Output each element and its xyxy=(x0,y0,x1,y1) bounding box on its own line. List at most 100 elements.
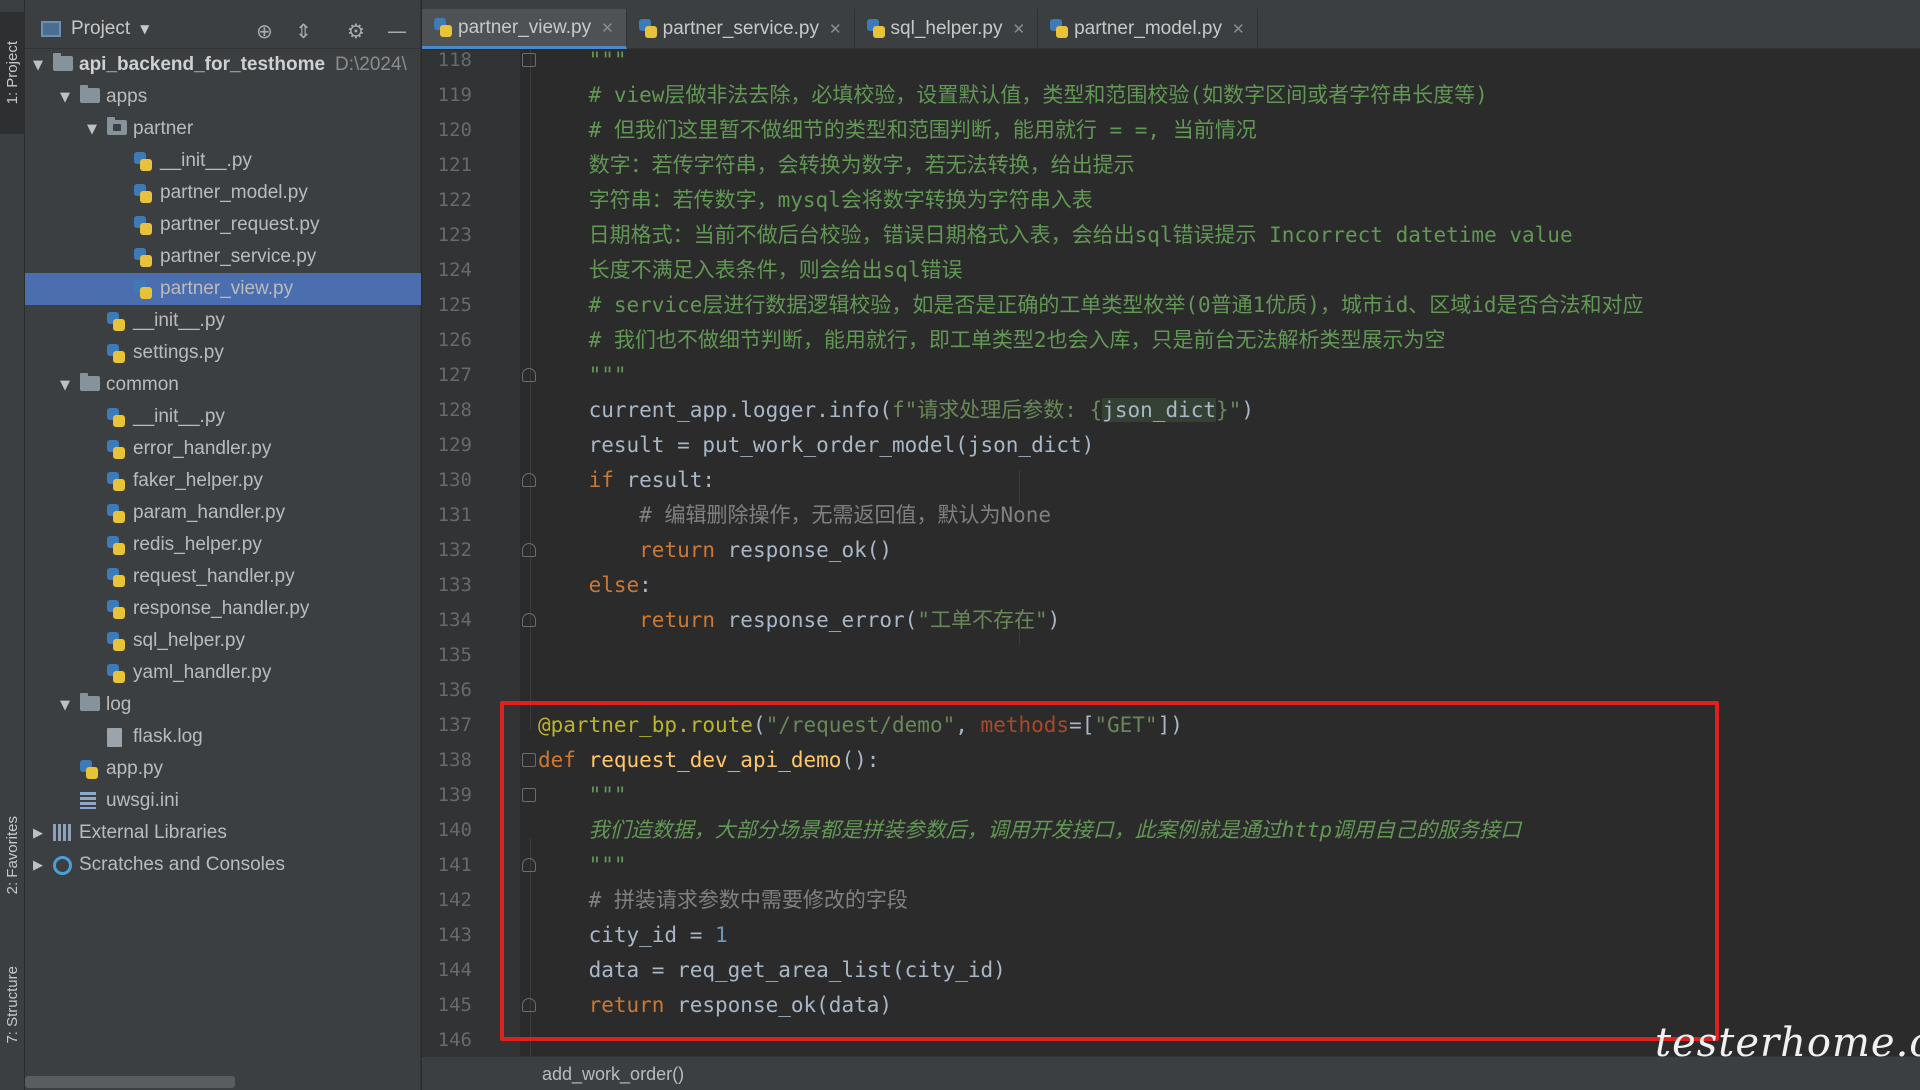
close-icon[interactable]: ✕ xyxy=(829,20,842,38)
fold-marker-icon[interactable] xyxy=(522,368,536,382)
code-token: methods xyxy=(980,713,1070,737)
fold-marker-icon[interactable] xyxy=(522,753,536,767)
expand-arrow-icon[interactable]: ▼ xyxy=(58,90,72,105)
tree-item[interactable]: settings.py xyxy=(25,337,421,369)
code-line[interactable]: 125 # service层进行数据逻辑校验，如是否是正确的工单类型枚举(0普通… xyxy=(422,288,1920,323)
gear-icon[interactable]: ⚙ xyxy=(347,19,365,43)
code-token: response_error( xyxy=(715,608,918,632)
fold-marker-icon[interactable] xyxy=(522,53,536,67)
code-line[interactable]: 120 # 但我们这里暂不做细节的类型和范围判断，能用就行 = =, 当前情况 xyxy=(422,113,1920,148)
code-text: """ xyxy=(538,358,627,393)
code-line[interactable]: 134 return response_error("工单不存在") xyxy=(422,603,1920,638)
editor-tab[interactable]: sql_helper.py ✕ xyxy=(855,9,1039,49)
code-line[interactable]: 135 xyxy=(422,638,1920,673)
close-icon[interactable]: ✕ xyxy=(1013,20,1026,38)
editor-tab[interactable]: partner_service.py ✕ xyxy=(627,9,855,49)
code-line[interactable]: 142 # 拼装请求参数中需要修改的字段 xyxy=(422,883,1920,918)
fold-marker-icon[interactable] xyxy=(522,543,536,557)
tree-item[interactable]: app.py xyxy=(25,753,421,785)
close-icon[interactable]: ✕ xyxy=(1232,20,1245,38)
code-line[interactable]: 124 长度不满足入表条件，则会给出sql错误 xyxy=(422,253,1920,288)
tree-item[interactable]: partner_view.py xyxy=(25,273,421,305)
collapse-arrow-icon[interactable]: ▶ xyxy=(31,826,45,841)
favorites-tool-tab[interactable]: 2: Favorites xyxy=(0,790,25,920)
code-line[interactable]: 141 """ xyxy=(422,848,1920,883)
fold-marker-icon[interactable] xyxy=(522,473,536,487)
tree-item[interactable]: ▶ External Libraries xyxy=(25,817,421,849)
code-editor[interactable]: 118 """ 119 # view层做非法去除，必填校验，设置默认值，类型和范围… xyxy=(422,50,1920,1056)
code-line[interactable]: 139 """ xyxy=(422,778,1920,813)
code-line[interactable]: 123 日期格式：当前不做后台校验，错误日期格式入表，会给出sql错误提示 In… xyxy=(422,218,1920,253)
tree-item[interactable]: __init__.py xyxy=(25,305,421,337)
tree-item[interactable]: ▼ apps xyxy=(25,81,421,113)
code-line[interactable]: 133 else: xyxy=(422,568,1920,603)
breadcrumb-function[interactable]: add_work_order() xyxy=(542,1064,684,1085)
code-line[interactable]: 143 city_id = 1 xyxy=(422,918,1920,953)
tree-item[interactable]: ▼ partner xyxy=(25,113,421,145)
tree-item[interactable]: partner_request.py xyxy=(25,209,421,241)
expand-arrow-icon[interactable]: ▼ xyxy=(85,122,99,137)
code-line[interactable]: 127 """ xyxy=(422,358,1920,393)
tree-item[interactable]: __init__.py xyxy=(25,145,421,177)
code-line[interactable]: 122 字符串：若传数字，mysql会将数字转换为字符串入表 xyxy=(422,183,1920,218)
code-line[interactable]: 130 if result: xyxy=(422,463,1920,498)
tree-item[interactable]: uwsgi.ini xyxy=(25,785,421,817)
tree-item[interactable]: error_handler.py xyxy=(25,433,421,465)
code-line[interactable]: 118 """ xyxy=(422,50,1920,78)
horizontal-scrollbar[interactable] xyxy=(25,1076,235,1088)
tree-item[interactable]: ▼ api_backend_for_testhome D:\2024\ xyxy=(25,49,421,81)
tree-item-label: api_backend_for_testhome xyxy=(79,54,326,75)
code-line[interactable]: 136 xyxy=(422,673,1920,708)
tree-item[interactable]: yaml_handler.py xyxy=(25,657,421,689)
code-line[interactable]: 126 # 我们也不做细节判断，能用就行，即工单类型2也会入库，只是前台无法解析… xyxy=(422,323,1920,358)
tree-item[interactable]: partner_model.py xyxy=(25,177,421,209)
collapse-arrow-icon[interactable]: ▶ xyxy=(31,858,45,873)
code-line[interactable]: 140 我们造数据，大部分场景都是拼装参数后，调用开发接口，此案例就是通过htt… xyxy=(422,813,1920,848)
code-line[interactable]: 145 return response_ok(data) xyxy=(422,988,1920,1023)
code-token: ]) xyxy=(1157,713,1183,737)
fold-marker-icon[interactable] xyxy=(522,858,536,872)
tree-item[interactable]: __init__.py xyxy=(25,401,421,433)
code-line[interactable]: 144 data = req_get_area_list(city_id) xyxy=(422,953,1920,988)
code-line[interactable]: 128 current_app.logger.info(f"请求处理后参数: {… xyxy=(422,393,1920,428)
code-line[interactable]: 138 def request_dev_api_demo(): xyxy=(422,743,1920,778)
tree-item[interactable]: flask.log xyxy=(25,721,421,753)
chevron-down-icon[interactable]: ▼ xyxy=(140,22,149,36)
editor-tab[interactable]: partner_model.py ✕ xyxy=(1038,9,1258,49)
tree-item[interactable]: param_handler.py xyxy=(25,497,421,529)
code-line[interactable]: 121 数字：若传字符串，会转换为数字，若无法转换，给出提示 xyxy=(422,148,1920,183)
code-line[interactable]: 137 @partner_bp.route("/request/demo", me… xyxy=(422,708,1920,743)
code-line[interactable]: 132 return response_ok() xyxy=(422,533,1920,568)
tree-item[interactable]: request_handler.py xyxy=(25,561,421,593)
expand-arrow-icon[interactable]: ▼ xyxy=(58,698,72,713)
tree-item[interactable]: faker_helper.py xyxy=(25,465,421,497)
target-icon[interactable]: ⊕ xyxy=(256,19,273,43)
tree-item[interactable]: sql_helper.py xyxy=(25,625,421,657)
tree-item[interactable]: redis_helper.py xyxy=(25,529,421,561)
code-token: }" xyxy=(1216,398,1242,422)
tree-item[interactable]: ▶ Scratches and Consoles xyxy=(25,849,421,881)
collapse-icon[interactable]: ⇕ xyxy=(295,19,312,43)
expand-arrow-icon[interactable]: ▼ xyxy=(31,58,45,73)
code-line[interactable]: 129 result = put_work_order_model(json_d… xyxy=(422,428,1920,463)
fold-marker-icon[interactable] xyxy=(522,788,536,802)
code-line[interactable]: 119 # view层做非法去除，必填校验，设置默认值，类型和范围校验(如数字区… xyxy=(422,78,1920,113)
tree-item[interactable]: partner_service.py xyxy=(25,241,421,273)
close-icon[interactable]: ✕ xyxy=(601,19,614,37)
tree-item[interactable]: ▼ log xyxy=(25,689,421,721)
expand-arrow-icon[interactable]: ▼ xyxy=(58,378,72,393)
tree-item[interactable]: response_handler.py xyxy=(25,593,421,625)
fold-marker-icon[interactable] xyxy=(522,998,536,1012)
editor-tab[interactable]: partner_view.py ✕ xyxy=(422,9,627,49)
code-line[interactable]: 131 # 编辑删除操作，无需返回值，默认为None xyxy=(422,498,1920,533)
line-number: 135 xyxy=(437,644,472,666)
structure-tool-tab[interactable]: 7: Structure xyxy=(0,945,25,1065)
project-panel-title[interactable]: Project xyxy=(71,18,130,40)
minimize-icon[interactable]: — xyxy=(387,19,407,43)
code-token: @partner_bp.route xyxy=(538,713,753,737)
project-tool-tab[interactable]: 1: Project xyxy=(0,12,25,134)
tree-item[interactable]: ▼ common xyxy=(25,369,421,401)
fold-marker-icon[interactable] xyxy=(522,613,536,627)
